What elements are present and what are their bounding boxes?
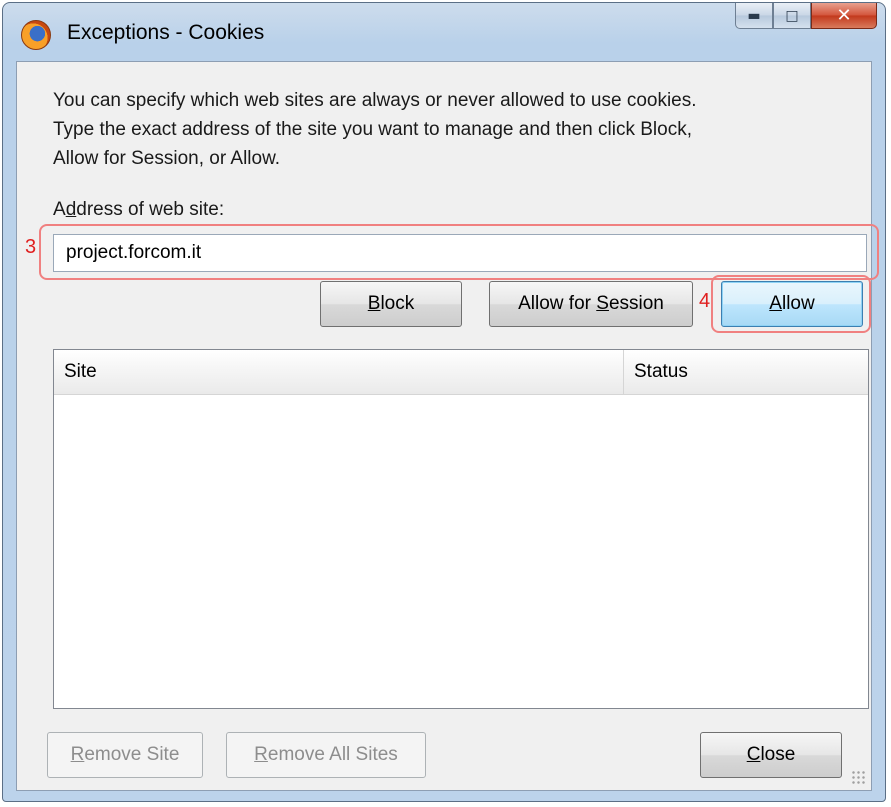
block-button[interactable]: Block xyxy=(320,281,462,327)
window-title: Exceptions - Cookies xyxy=(67,21,265,44)
step-4-marker: 4 xyxy=(699,290,711,312)
close-icon: ✕ xyxy=(836,5,852,26)
address-input[interactable] xyxy=(53,234,867,272)
minimize-button[interactable]: ▬ xyxy=(735,3,773,29)
minimize-icon: ▬ xyxy=(747,7,761,24)
description-line-1: You can specify which web sites are alwa… xyxy=(53,90,697,111)
remove-all-sites-button[interactable]: Remove All Sites xyxy=(226,732,426,778)
column-header-status[interactable]: Status xyxy=(624,350,868,394)
maximize-button[interactable]: □ xyxy=(773,3,811,29)
description-line-3: Allow for Session, or Allow. xyxy=(53,148,281,169)
allow-for-session-button[interactable]: Allow for Session xyxy=(489,281,693,327)
caption-buttons: ▬ □ ✕ xyxy=(735,3,877,29)
exceptions-list[interactable]: Site Status xyxy=(53,349,869,709)
address-label: Address of web site: xyxy=(53,199,225,220)
maximize-icon: □ xyxy=(785,7,799,24)
firefox-icon xyxy=(21,20,51,50)
exceptions-cookies-window: Exceptions - Cookies ▬ □ ✕ You can speci… xyxy=(2,2,886,802)
title-bar[interactable]: Exceptions - Cookies ▬ □ ✕ xyxy=(3,3,885,61)
description-line-2: Type the exact address of the site you w… xyxy=(53,119,692,140)
allow-button[interactable]: Allow xyxy=(721,281,863,327)
resize-grip[interactable] xyxy=(851,770,865,784)
remove-site-button[interactable]: Remove Site xyxy=(47,732,203,778)
list-header: Site Status xyxy=(54,350,868,395)
description-text: You can specify which web sites are alwa… xyxy=(53,86,863,173)
close-button[interactable]: Close xyxy=(700,732,842,778)
column-header-site[interactable]: Site xyxy=(54,350,624,394)
dialog-body: You can specify which web sites are alwa… xyxy=(16,61,879,791)
step-3-marker: 3 xyxy=(25,236,37,258)
close-window-button[interactable]: ✕ xyxy=(811,3,877,29)
